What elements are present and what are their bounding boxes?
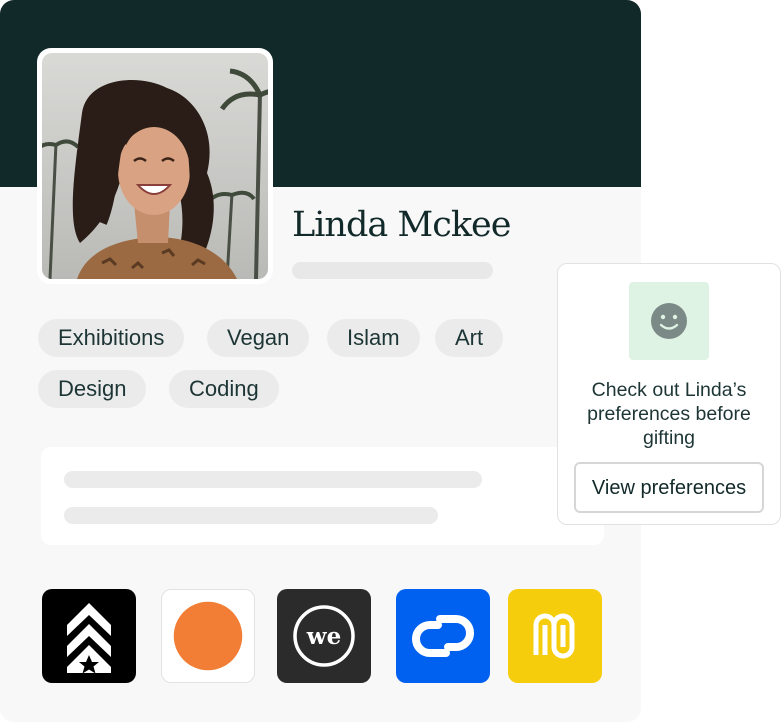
tag-vegan[interactable]: Vegan [207,319,310,357]
m-logo-icon[interactable] [508,589,602,683]
avatar-photo [42,53,268,279]
smile-icon [629,282,709,360]
view-preferences-button[interactable]: View preferences [574,462,764,513]
orange-circle-logo-icon[interactable] [161,589,255,683]
tag-art[interactable]: Art [435,319,504,357]
link-logo-icon[interactable] [396,589,490,683]
chevron-star-logo-icon[interactable] [42,589,136,683]
tag-islam[interactable]: Islam [327,319,420,357]
profile-name: Linda Mckee [292,205,511,245]
tag-coding[interactable]: Coding [169,370,279,408]
tag-design[interactable]: Design [38,370,147,408]
preferences-message: Check out Linda’s preferences before gif… [587,379,751,449]
text-line-placeholder [64,507,438,524]
tag-exhibitions[interactable]: Exhibitions [38,319,185,357]
preferences-card: Check out Linda’s preferences before gif… [557,263,781,525]
svg-text:we: we [306,623,341,650]
subtitle-placeholder [292,262,493,279]
about-placeholder [41,447,604,545]
profile-card: Linda Mckee Exhibitions Vegan Islam Art … [0,0,641,722]
text-line-placeholder [64,471,482,488]
avatar [37,48,273,284]
we-logo-icon[interactable]: we [277,589,371,683]
